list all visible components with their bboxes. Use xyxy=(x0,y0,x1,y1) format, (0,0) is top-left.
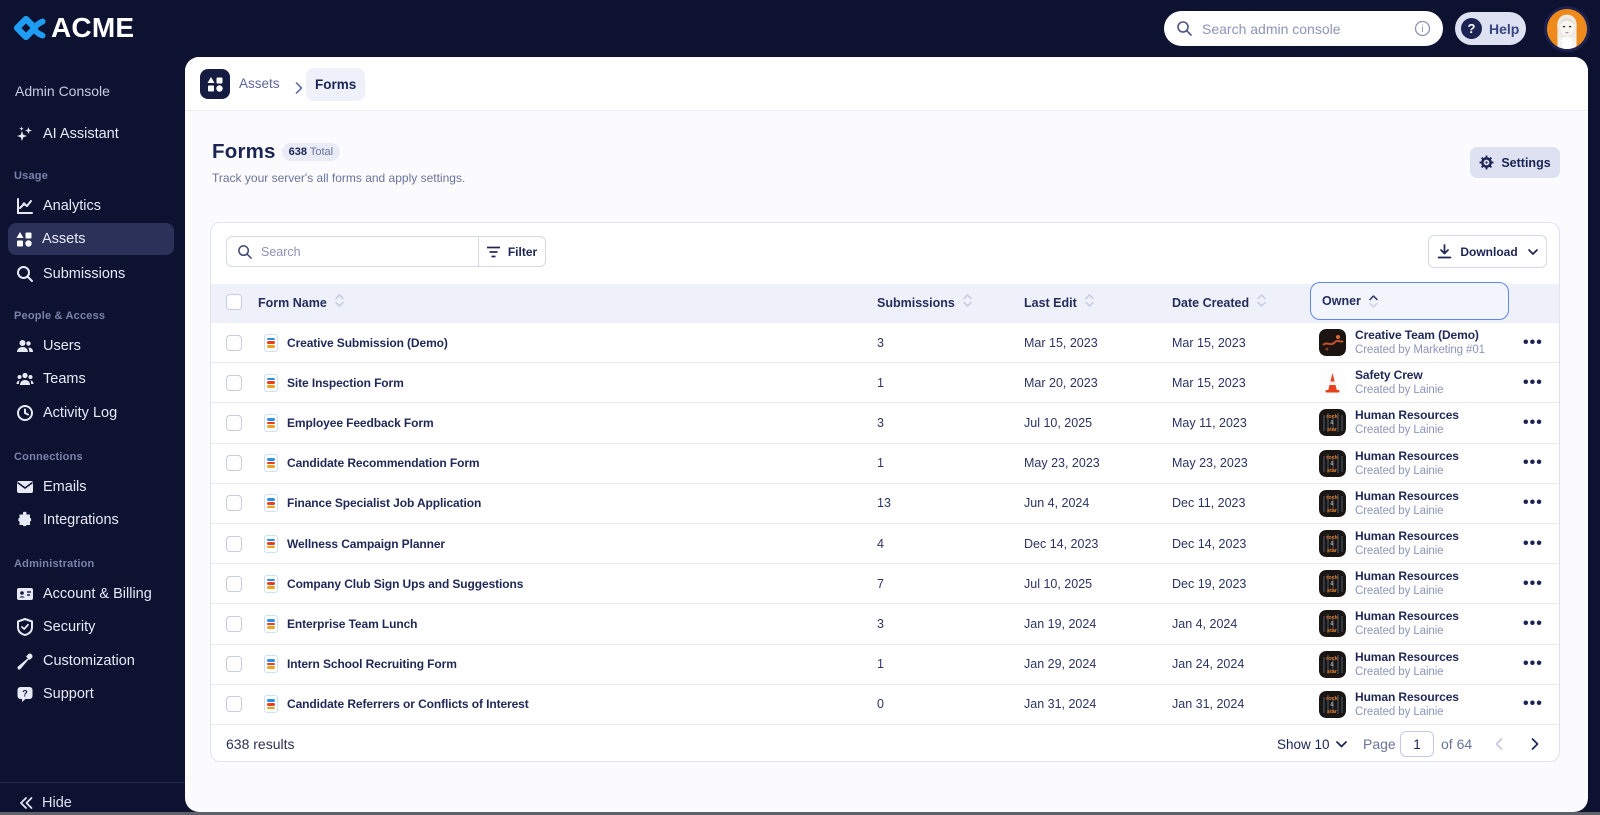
svg-text:star: star xyxy=(1327,709,1338,715)
svg-text:star: star xyxy=(1327,588,1338,594)
svg-text:i: i xyxy=(1421,24,1423,35)
svg-text:star: star xyxy=(1327,628,1338,634)
svg-text:star: star xyxy=(1327,468,1338,474)
svg-text:star: star xyxy=(1327,548,1338,554)
svg-text:?: ? xyxy=(22,689,28,699)
svg-text:star: star xyxy=(1327,427,1338,433)
svg-text:star: star xyxy=(1327,508,1338,514)
svg-text:star: star xyxy=(1327,669,1338,675)
